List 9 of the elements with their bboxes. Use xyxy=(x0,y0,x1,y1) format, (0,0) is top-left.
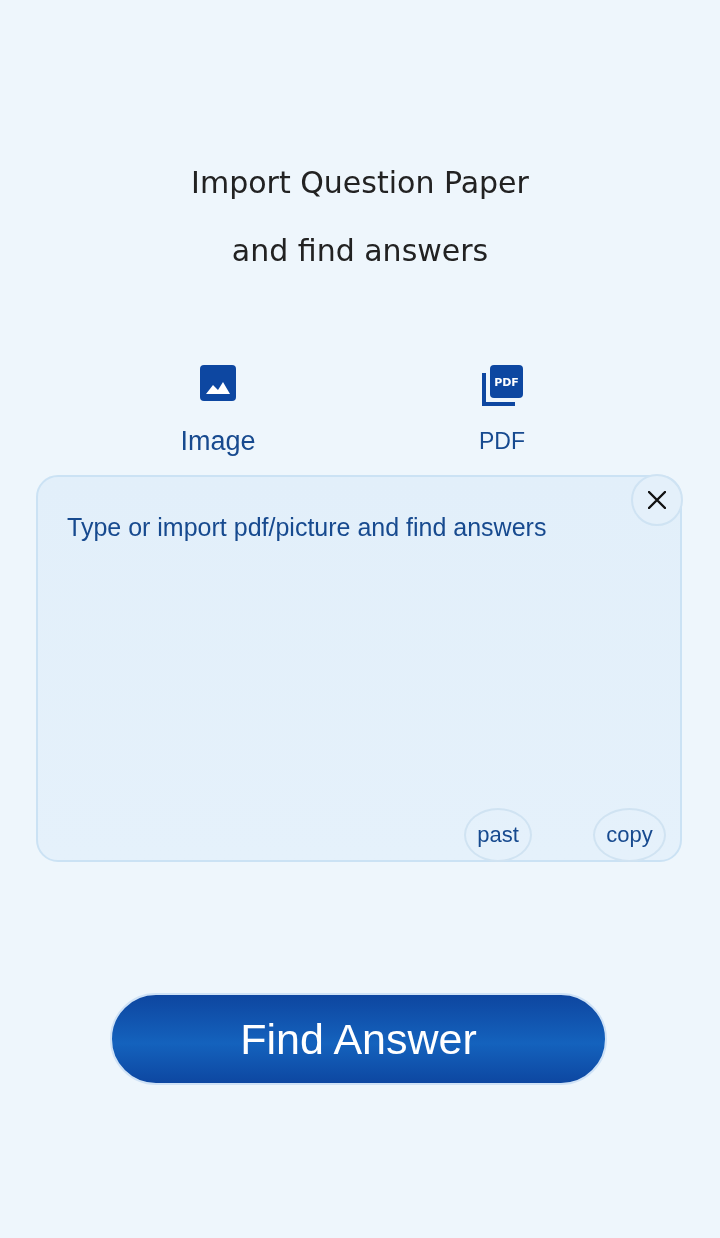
image-icon xyxy=(200,365,236,401)
close-icon xyxy=(648,491,666,509)
copy-button[interactable]: copy xyxy=(593,808,666,862)
page-title: and find answers xyxy=(231,232,489,270)
pdf-import-button[interactable]: PDF PDF xyxy=(402,365,602,456)
paste-button[interactable]: past xyxy=(464,808,532,862)
page-title: Import Question Paper xyxy=(191,164,529,202)
find-answer-button[interactable]: Find Answer xyxy=(110,993,607,1085)
image-import-button[interactable]: Image xyxy=(118,365,318,456)
